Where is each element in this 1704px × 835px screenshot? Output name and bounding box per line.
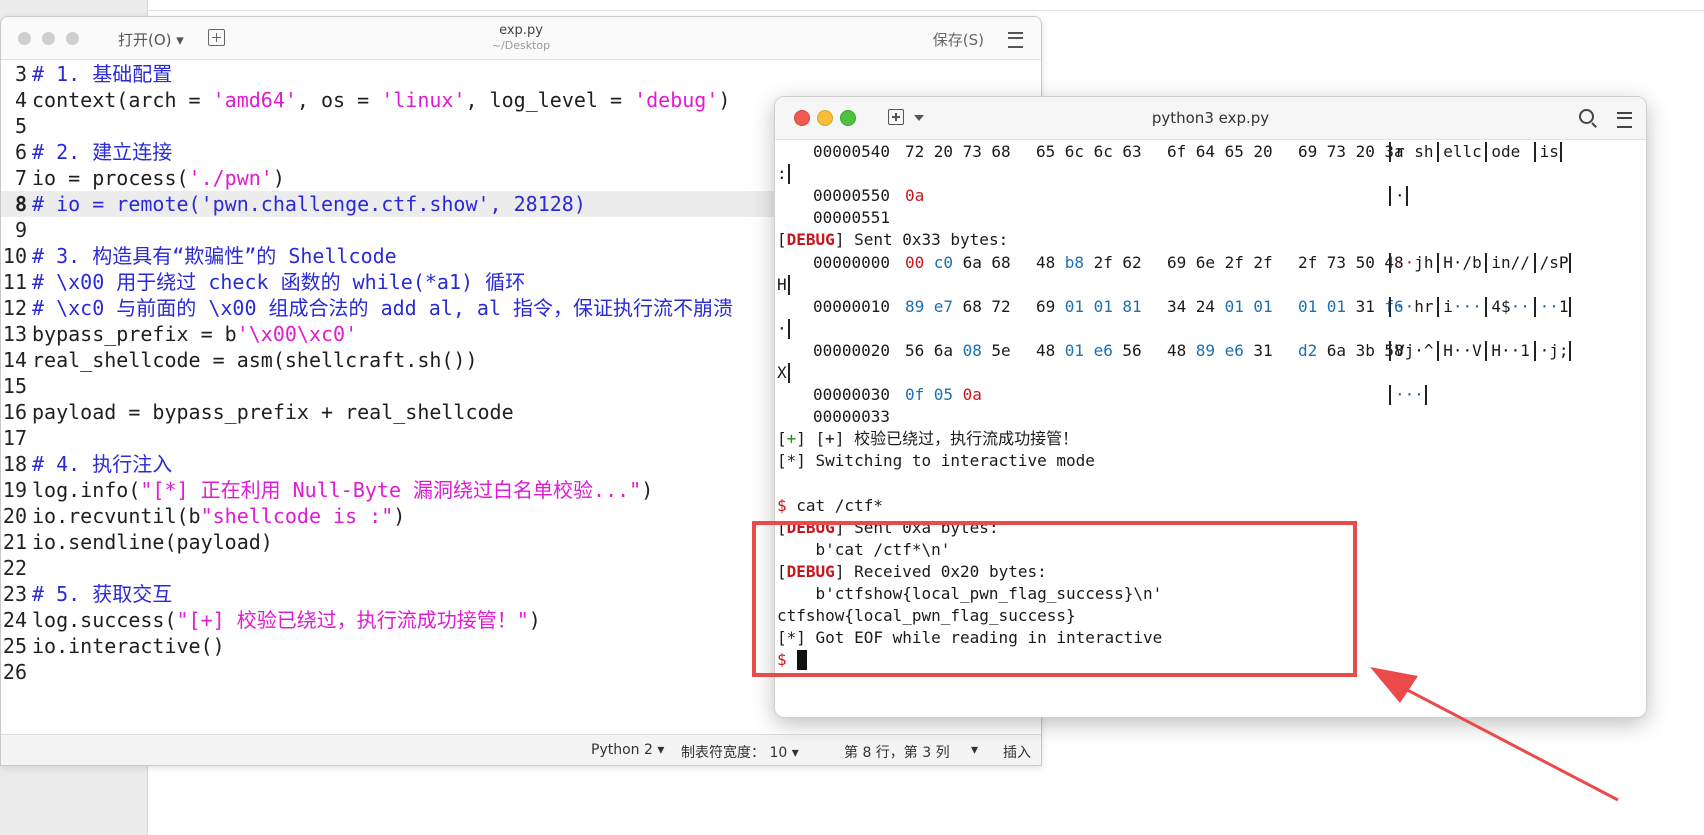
annotation-arrow xyxy=(1370,667,1619,802)
